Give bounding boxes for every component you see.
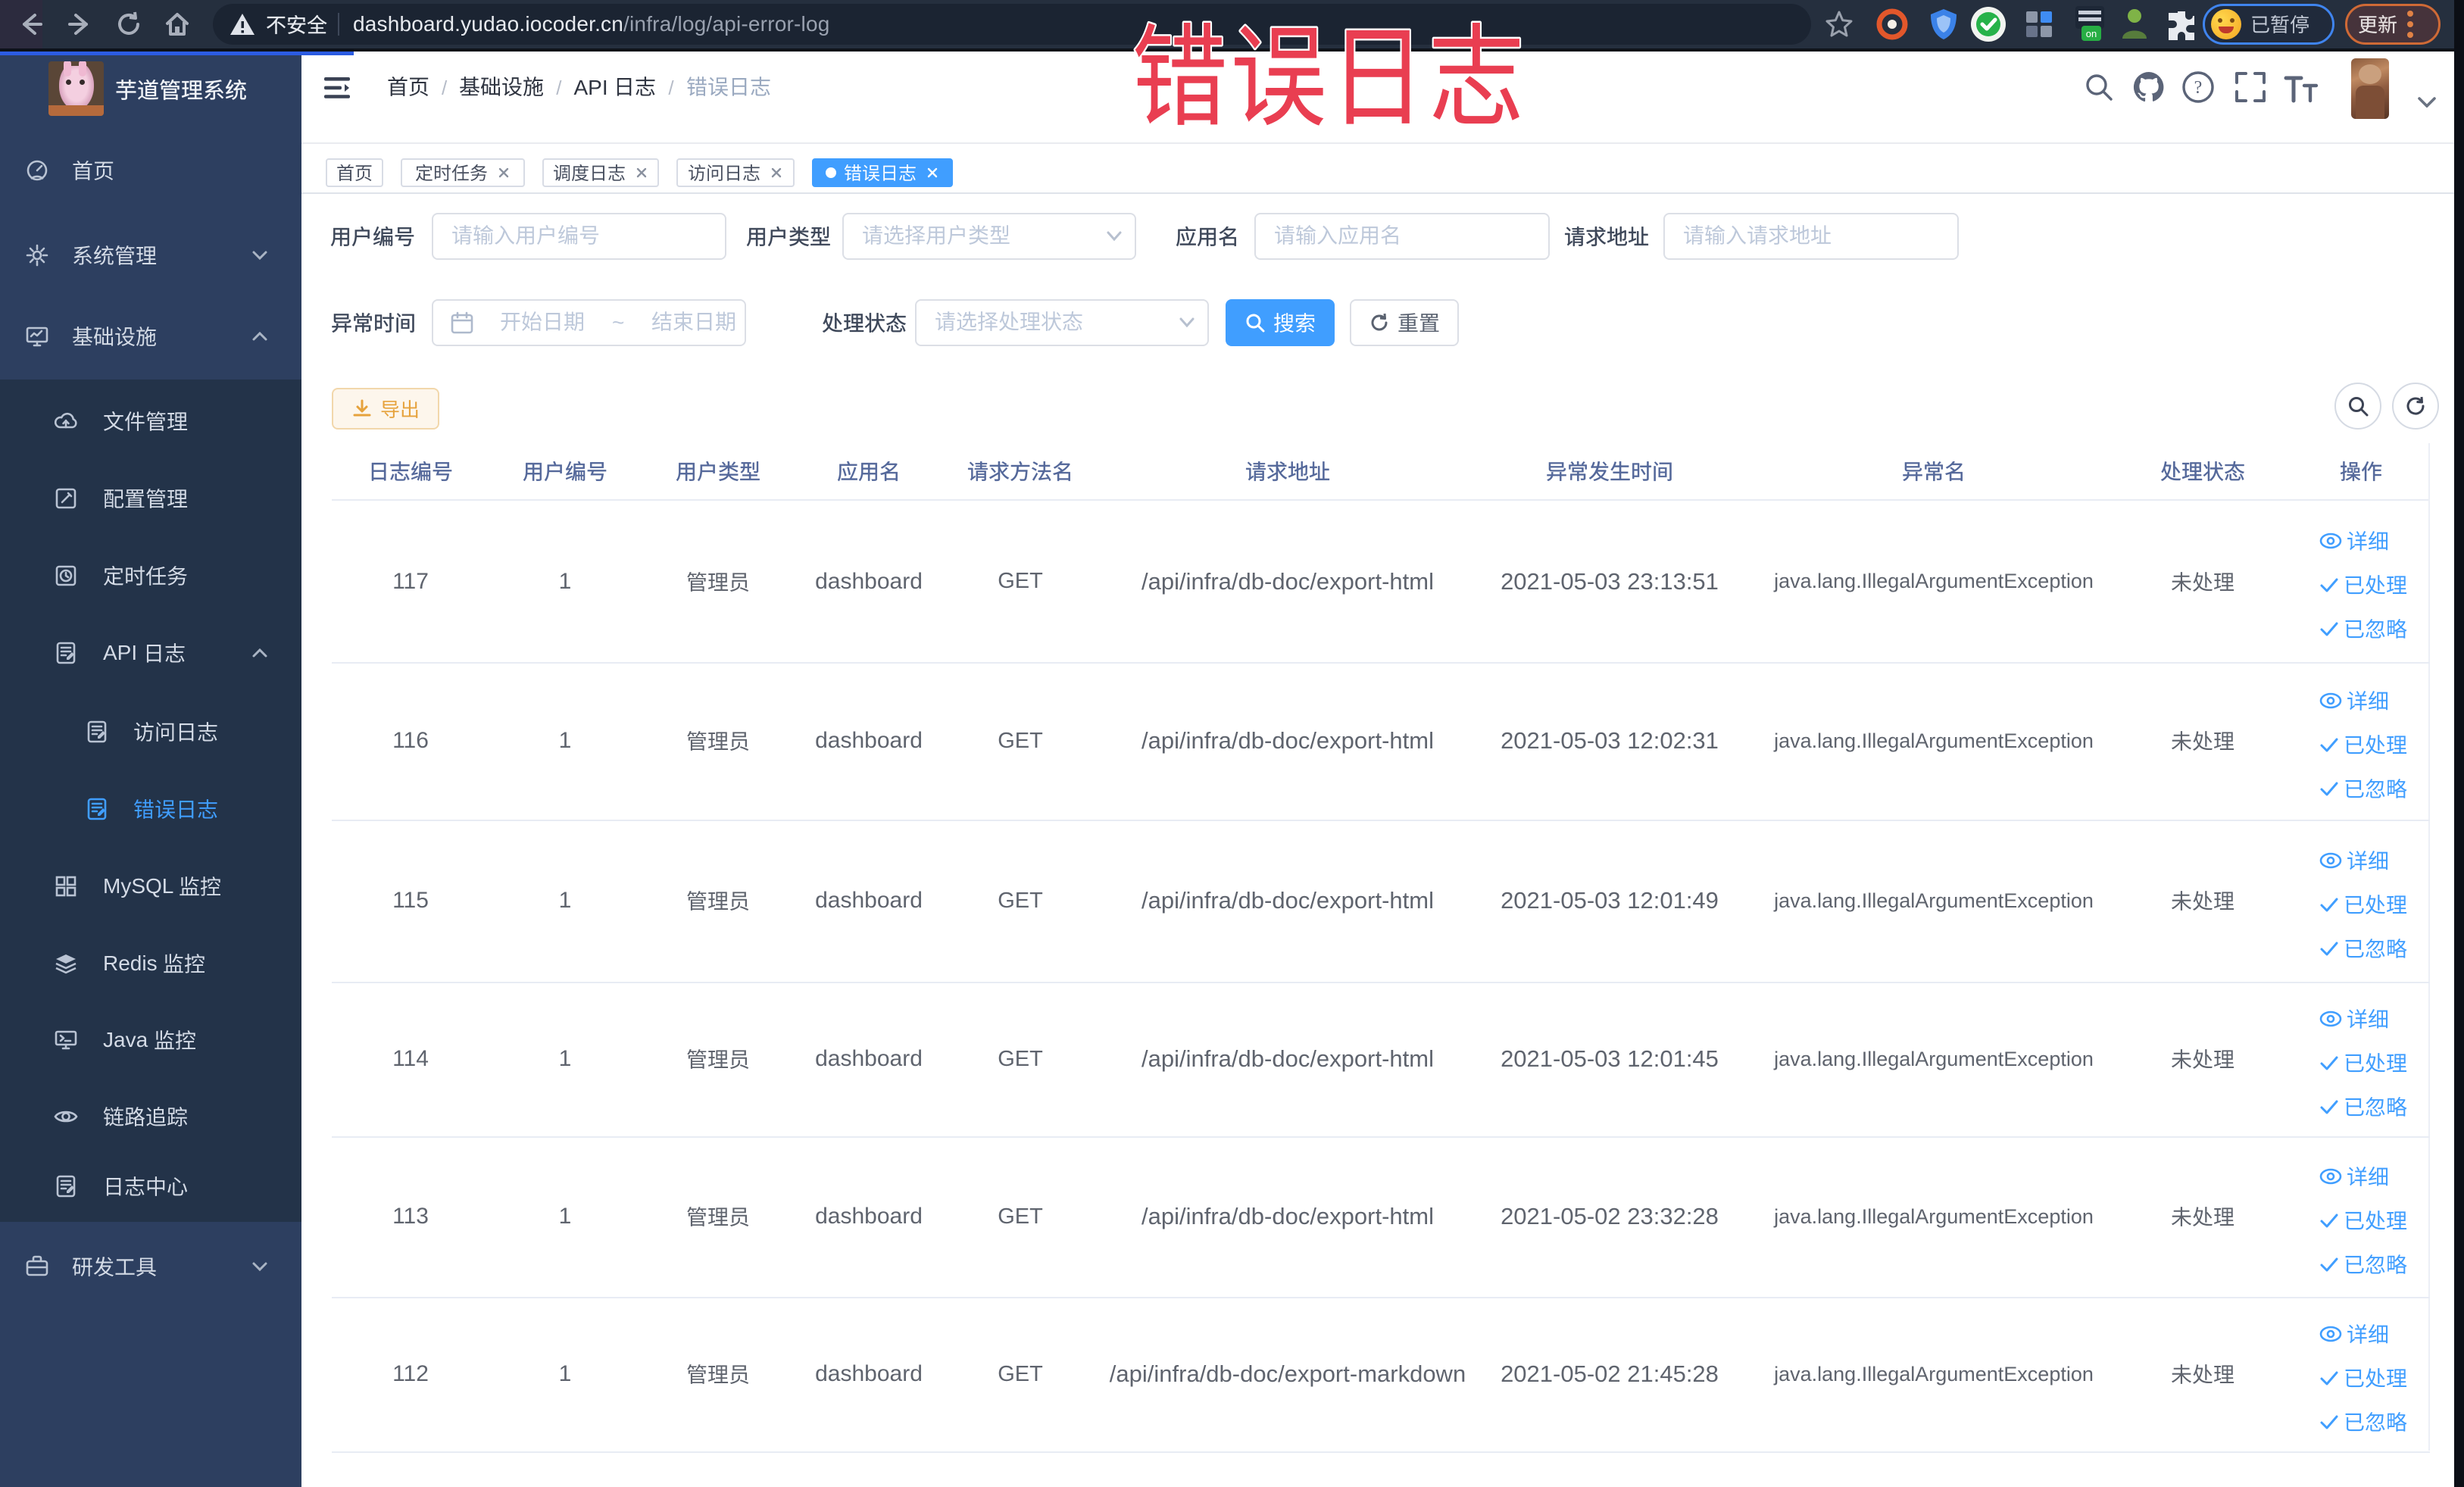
svg-text:?: ? — [2194, 78, 2203, 98]
svg-text:on: on — [2086, 28, 2097, 39]
